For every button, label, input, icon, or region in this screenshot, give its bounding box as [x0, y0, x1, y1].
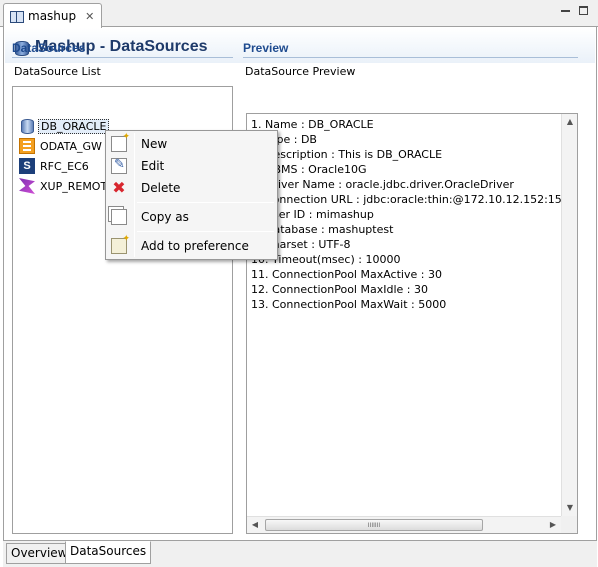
- maximize-icon[interactable]: [579, 6, 588, 15]
- tree-item-rfc-ec6[interactable]: S RFC_EC6: [19, 157, 91, 175]
- tab-overview[interactable]: Overview: [6, 543, 73, 564]
- sap-rfc-icon: S: [19, 158, 35, 174]
- scroll-left-icon[interactable]: ◀: [247, 517, 263, 533]
- scroll-grip: IIIIIII: [367, 522, 381, 529]
- add-preference-icon: [111, 234, 130, 254]
- preview-line: 3. Description : This is DB_ORACLE: [251, 148, 443, 161]
- preview-line: 11. ConnectionPool MaxActive : 30: [251, 268, 442, 281]
- datasources-section-title: DataSources: [12, 41, 86, 55]
- delete-icon: ✖: [112, 178, 126, 197]
- datasource-preview-label: DataSource Preview: [245, 65, 356, 78]
- tree-item-label: DB_ORACLE: [38, 118, 110, 134]
- preview-content: 1. Name : DB_ORACLE 2. Type : DB 3. Descri…: [251, 117, 561, 516]
- context-menu: New Edit ✖ Delete Copy as Add to prefere…: [105, 130, 278, 260]
- book-icon: [10, 10, 24, 23]
- preview-line: 7. User ID : mimashup: [251, 208, 374, 221]
- minimize-icon[interactable]: [561, 6, 570, 12]
- scrollbar-corner: [561, 516, 577, 533]
- tree-item-label: RFC_EC6: [40, 159, 89, 173]
- datasource-list-label: DataSource List: [14, 65, 101, 78]
- close-icon[interactable]: ✕: [85, 10, 94, 23]
- preview-line: 1. Name : DB_ORACLE: [251, 118, 374, 131]
- tree-item-label: ODATA_GW: [40, 139, 102, 153]
- section-divider: [243, 57, 578, 58]
- menu-separator: [137, 202, 274, 203]
- scroll-down-icon[interactable]: ▼: [562, 500, 577, 516]
- menu-item-label: New: [141, 137, 168, 151]
- vertical-scrollbar[interactable]: ▲ ▼: [561, 114, 577, 516]
- editor-tab-label: mashup: [28, 9, 77, 23]
- editor-tab-bar: mashup ✕: [0, 0, 598, 28]
- menu-item-add-to-preference[interactable]: Add to preference: [108, 234, 275, 257]
- menu-item-label: Delete: [141, 181, 181, 195]
- tree-item-xup-remote[interactable]: XUP_REMOT: [19, 177, 109, 195]
- section-divider: [12, 57, 233, 58]
- horizontal-scrollbar[interactable]: ◀ IIIIIII ▶: [247, 516, 561, 533]
- edit-icon: [111, 157, 127, 174]
- horizontal-scroll-thumb[interactable]: IIIIIII: [265, 519, 483, 531]
- preview-line: 2. Type : DB: [251, 133, 317, 146]
- menu-item-label: Add to preference: [141, 239, 249, 253]
- preview-line: 12. ConnectionPool MaxIdle : 30: [251, 283, 428, 296]
- menu-separator: [137, 231, 274, 232]
- preview-text-area[interactable]: 1. Name : DB_ORACLE 2. Type : DB 3. Descri…: [246, 113, 578, 534]
- preview-line: 6. Connection URL : jdbc:oracle:thin:@17…: [251, 193, 561, 206]
- database-icon: [19, 118, 35, 134]
- new-file-icon: [111, 132, 130, 152]
- copy-icon: [111, 209, 127, 225]
- editor-tab-mashup[interactable]: mashup ✕: [3, 3, 103, 28]
- preview-line: 4. DBMS : Oracle10G: [251, 163, 367, 176]
- scroll-up-icon[interactable]: ▲: [562, 114, 577, 130]
- preview-line: 5. Driver Name : oracle.jdbc.driver.Orac…: [251, 178, 514, 191]
- tree-item-label: XUP_REMOT: [40, 179, 108, 193]
- menu-item-copy-as[interactable]: Copy as: [108, 206, 275, 228]
- menu-item-label: Edit: [141, 159, 165, 173]
- preview-line: 8. Database : mashuptest: [251, 223, 394, 236]
- tab-datasources[interactable]: DataSources: [65, 541, 152, 564]
- preview-line: 13. ConnectionPool MaxWait : 5000: [251, 298, 447, 311]
- tree-item-odata-gw[interactable]: ODATA_GW: [19, 137, 104, 155]
- preview-line: 9. Charset : UTF-8: [251, 238, 351, 251]
- odata-icon: [19, 138, 35, 154]
- scroll-right-icon[interactable]: ▶: [545, 517, 561, 533]
- window-controls: [561, 6, 588, 15]
- preview-section-title: Preview: [243, 41, 289, 55]
- menu-item-new[interactable]: New: [108, 132, 275, 155]
- page-tab-bar: Overview DataSources: [3, 540, 597, 567]
- menu-item-label: Copy as: [141, 210, 189, 224]
- preview-line: 10. Timeout(msec) : 10000: [251, 253, 401, 266]
- menu-item-edit[interactable]: Edit: [108, 155, 275, 177]
- xup-icon: [19, 178, 35, 194]
- menu-item-delete[interactable]: ✖ Delete: [108, 177, 275, 199]
- tree-item-db-oracle[interactable]: DB_ORACLE: [19, 117, 110, 135]
